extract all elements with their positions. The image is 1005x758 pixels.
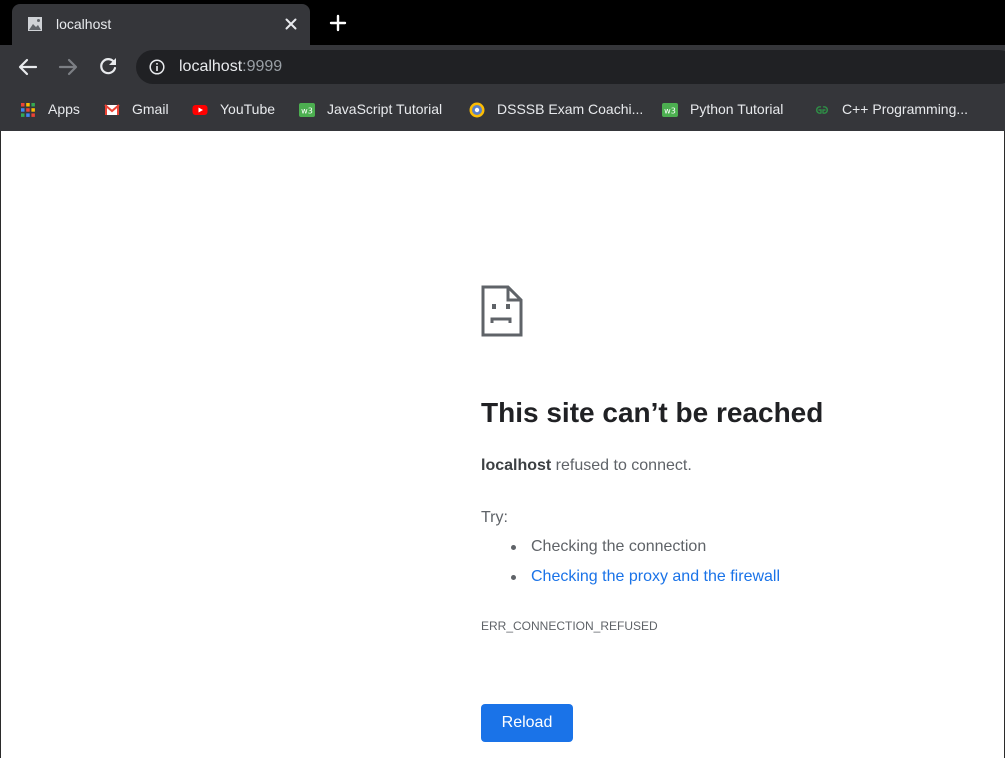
url-port: :9999: [242, 58, 283, 75]
coaching-logo-icon: [469, 102, 485, 118]
toolbar: localhost:9999: [0, 45, 1005, 89]
bookmark-label: Gmail: [132, 101, 169, 117]
url-text: localhost:9999: [179, 58, 282, 76]
error-code: ERR_CONNECTION_REFUSED: [481, 619, 658, 633]
try-label: Try:: [481, 509, 508, 526]
suggestion-check-connection: Checking the connection: [531, 538, 707, 555]
plus-icon[interactable]: [326, 11, 350, 35]
geeksforgeeks-icon: [816, 106, 828, 114]
svg-text:w3: w3: [301, 107, 313, 116]
gmail-icon: [104, 104, 120, 115]
suggestions-list: Checking the connection Checking the pro…: [481, 535, 780, 595]
svg-text:w3: w3: [664, 107, 676, 116]
browser-chrome: localhost localhost:9999 Apps Gmail YouT…: [0, 0, 1005, 131]
address-bar[interactable]: localhost:9999: [136, 50, 1005, 84]
bookmark-label: YouTube: [220, 101, 276, 117]
tab-strip: localhost: [0, 0, 1005, 45]
tab-title: localhost: [56, 16, 112, 32]
suggestion-item: Checking the proxy and the firewall: [510, 565, 780, 595]
bookmark-label: Apps: [48, 101, 80, 117]
w3schools-icon: w3: [662, 103, 678, 117]
generic-page-icon: [28, 17, 42, 31]
reload-icon[interactable]: [96, 55, 120, 79]
bookmark-label: JavaScript Tutorial: [327, 101, 443, 117]
sad-document-icon: [481, 285, 523, 337]
error-message: refused to connect.: [551, 457, 692, 474]
error-description: localhost refused to connect.: [481, 457, 692, 475]
close-icon[interactable]: [280, 13, 302, 35]
arrow-right-icon[interactable]: [56, 55, 80, 79]
suggestion-item: Checking the connection: [510, 535, 780, 565]
suggestion-proxy-firewall-link[interactable]: Checking the proxy and the firewall: [531, 568, 780, 585]
bookmarks-bar: Apps Gmail YouTube w3 JavaScript Tutoria…: [0, 89, 1005, 131]
error-headline: This site can’t be reached: [481, 397, 824, 428]
apps-grid-icon: [21, 103, 35, 117]
error-page: This site can’t be reached localhost ref…: [0, 131, 1005, 758]
w3schools-icon: w3: [299, 103, 315, 117]
arrow-left-icon[interactable]: [16, 55, 40, 79]
info-icon[interactable]: [149, 59, 165, 75]
tab-localhost[interactable]: localhost: [12, 4, 310, 45]
bookmark-label: DSSSB Exam Coachi...: [497, 101, 644, 117]
error-host: localhost: [481, 457, 552, 474]
bookmark-label: C++ Programming...: [842, 101, 969, 117]
reload-button[interactable]: Reload: [481, 704, 573, 742]
youtube-icon: [192, 105, 208, 115]
bookmark-label: Python Tutorial: [690, 101, 784, 117]
url-host: localhost: [179, 58, 243, 75]
